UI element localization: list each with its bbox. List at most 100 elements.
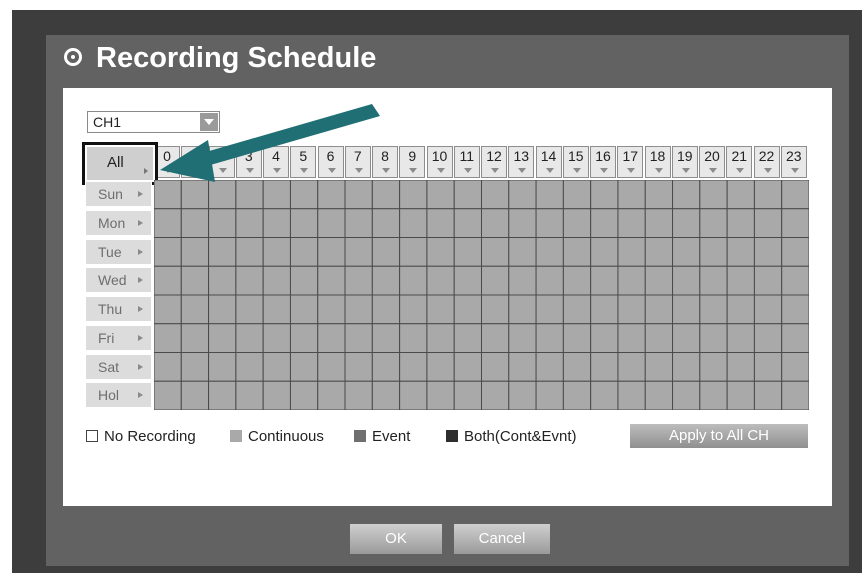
schedule-cell[interactable] (508, 380, 537, 410)
schedule-cell[interactable] (426, 180, 455, 210)
schedule-cell[interactable] (180, 380, 210, 410)
schedule-cell[interactable] (753, 180, 783, 210)
schedule-cell[interactable] (590, 323, 619, 353)
schedule-cell[interactable] (644, 294, 674, 325)
schedule-cell[interactable] (371, 380, 401, 410)
schedule-cell[interactable] (562, 180, 592, 210)
schedule-cell[interactable] (617, 294, 646, 325)
channel-select[interactable]: CH1 (87, 111, 220, 133)
schedule-cell[interactable] (154, 323, 182, 353)
ok-button[interactable]: OK (350, 524, 442, 554)
schedule-cell[interactable] (672, 208, 701, 238)
schedule-cell[interactable] (535, 294, 564, 325)
schedule-cell[interactable] (562, 208, 592, 238)
schedule-cell[interactable] (208, 352, 237, 382)
schedule-cell[interactable] (289, 380, 319, 410)
schedule-cell[interactable] (617, 323, 646, 353)
schedule-cell[interactable] (208, 237, 237, 267)
schedule-cell[interactable] (617, 352, 646, 382)
schedule-cell[interactable] (481, 208, 510, 238)
schedule-cell[interactable] (644, 323, 674, 353)
schedule-cell[interactable] (781, 208, 809, 238)
schedule-cell[interactable] (289, 323, 319, 353)
schedule-cell[interactable] (426, 380, 455, 410)
schedule-cell[interactable] (562, 352, 592, 382)
hour-column-header[interactable]: 13 (508, 146, 535, 178)
schedule-cell[interactable] (726, 237, 755, 267)
schedule-cell[interactable] (262, 352, 291, 382)
schedule-cell[interactable] (590, 380, 619, 410)
day-row-button[interactable]: Sun (85, 181, 152, 207)
schedule-cell[interactable] (235, 323, 264, 353)
schedule-cell[interactable] (453, 180, 482, 210)
schedule-cell[interactable] (672, 180, 701, 210)
day-row-button[interactable]: Tue (85, 238, 152, 265)
schedule-cell[interactable] (617, 380, 646, 410)
schedule-cell[interactable] (399, 352, 428, 382)
schedule-cell[interactable] (562, 323, 592, 353)
schedule-cell[interactable] (699, 380, 728, 410)
schedule-cell[interactable] (562, 294, 592, 325)
schedule-cell[interactable] (371, 237, 401, 267)
schedule-cell[interactable] (208, 265, 237, 296)
schedule-cell[interactable] (481, 380, 510, 410)
schedule-cell[interactable] (426, 323, 455, 353)
schedule-cell[interactable] (781, 352, 809, 382)
hour-column-header[interactable]: 17 (617, 146, 644, 178)
hour-column-header[interactable]: 11 (453, 146, 480, 178)
schedule-cell[interactable] (208, 180, 237, 210)
schedule-cell[interactable] (644, 237, 674, 267)
schedule-cell[interactable] (344, 237, 373, 267)
schedule-cell[interactable] (344, 323, 373, 353)
schedule-cell[interactable] (726, 265, 755, 296)
schedule-cell[interactable] (481, 352, 510, 382)
schedule-cell[interactable] (262, 208, 291, 238)
schedule-cell[interactable] (644, 380, 674, 410)
schedule-cell[interactable] (753, 294, 783, 325)
schedule-cell[interactable] (617, 208, 646, 238)
schedule-cell[interactable] (753, 380, 783, 410)
schedule-cell[interactable] (508, 265, 537, 296)
schedule-cell[interactable] (672, 352, 701, 382)
schedule-cell[interactable] (781, 294, 809, 325)
hour-column-header[interactable]: 6 (317, 146, 344, 178)
schedule-cell[interactable] (317, 180, 346, 210)
schedule-cell[interactable] (481, 294, 510, 325)
schedule-cell[interactable] (235, 352, 264, 382)
schedule-cell[interactable] (317, 294, 346, 325)
schedule-cell[interactable] (453, 380, 482, 410)
schedule-cell[interactable] (371, 323, 401, 353)
schedule-cell[interactable] (644, 208, 674, 238)
schedule-cell[interactable] (317, 380, 346, 410)
schedule-grid[interactable] (154, 180, 809, 410)
schedule-cell[interactable] (344, 265, 373, 296)
schedule-cell[interactable] (235, 294, 264, 325)
schedule-cell[interactable] (262, 294, 291, 325)
schedule-cell[interactable] (235, 208, 264, 238)
schedule-cell[interactable] (508, 180, 537, 210)
schedule-cell[interactable] (371, 180, 401, 210)
schedule-cell[interactable] (617, 180, 646, 210)
hour-column-header[interactable]: 4 (263, 146, 289, 178)
schedule-cell[interactable] (672, 265, 701, 296)
schedule-cell[interactable] (781, 265, 809, 296)
schedule-cell[interactable] (699, 352, 728, 382)
schedule-cell[interactable] (154, 237, 182, 267)
schedule-cell[interactable] (562, 237, 592, 267)
schedule-cell[interactable] (235, 380, 264, 410)
hour-column-header[interactable]: 18 (644, 146, 671, 178)
schedule-cell[interactable] (208, 208, 237, 238)
schedule-cell[interactable] (535, 323, 564, 353)
schedule-cell[interactable] (672, 323, 701, 353)
hour-column-header[interactable]: 10 (426, 146, 453, 178)
schedule-cell[interactable] (535, 208, 564, 238)
schedule-cell[interactable] (371, 208, 401, 238)
schedule-cell[interactable] (180, 237, 210, 267)
schedule-cell[interactable] (154, 294, 182, 325)
schedule-cell[interactable] (699, 294, 728, 325)
schedule-cell[interactable] (753, 237, 783, 267)
schedule-cell[interactable] (753, 352, 783, 382)
schedule-cell[interactable] (508, 294, 537, 325)
schedule-cell[interactable] (535, 265, 564, 296)
schedule-cell[interactable] (699, 265, 728, 296)
